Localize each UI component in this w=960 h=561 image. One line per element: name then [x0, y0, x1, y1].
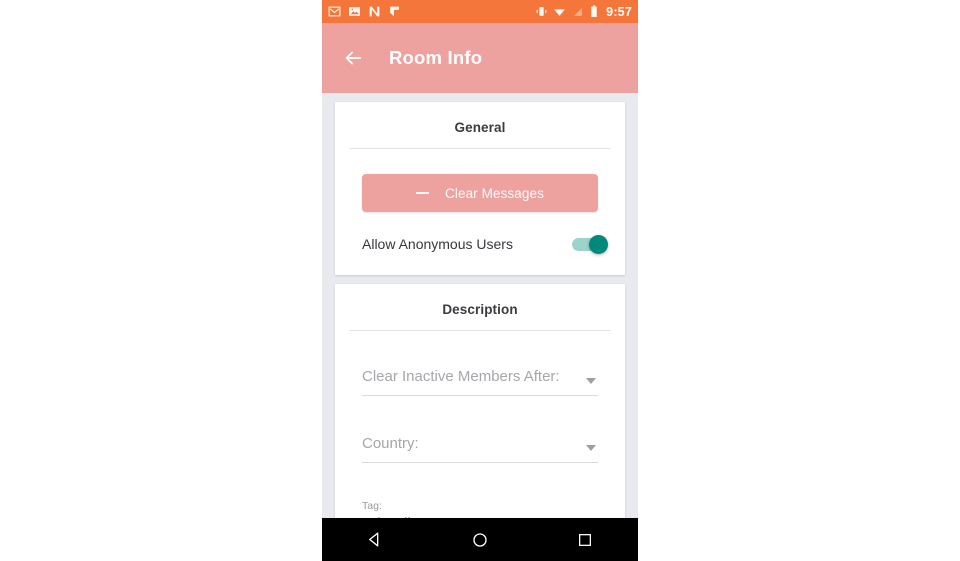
status-bar: 9:57 — [322, 0, 638, 23]
description-card-title: Description — [442, 302, 518, 317]
phone-screen: 9:57 Room Info General Clear Messages Al… — [322, 0, 638, 561]
app-bar: Room Info — [322, 23, 638, 93]
page-title: Room Info — [389, 47, 483, 68]
status-bar-clock: 9:57 — [606, 4, 632, 19]
allow-anonymous-users-toggle[interactable] — [572, 234, 608, 254]
signal-off-icon — [572, 6, 584, 17]
n-app-icon — [369, 6, 380, 17]
allow-anonymous-users-row[interactable]: Allow Anonymous Users — [335, 212, 625, 275]
chevron-down-icon — [586, 378, 596, 384]
battery-icon — [591, 5, 597, 17]
android-nav-bar — [322, 518, 638, 561]
allow-anonymous-users-label: Allow Anonymous Users — [362, 236, 513, 252]
description-fields: Clear Inactive Members After: Country: T… — [335, 331, 625, 538]
home-circle-icon — [473, 532, 487, 547]
vibrate-icon — [536, 7, 547, 16]
chevron-down-icon — [586, 445, 596, 451]
photos-icon — [349, 7, 360, 16]
tag-field-label: Tag: — [362, 500, 382, 512]
country-dropdown[interactable]: Country: — [362, 420, 598, 463]
clear-messages-button[interactable]: Clear Messages — [362, 174, 598, 212]
back-arrow-icon[interactable] — [340, 45, 366, 71]
back-triangle-icon — [369, 532, 379, 547]
clear-messages-button-wrap: Clear Messages — [335, 149, 625, 212]
toggle-thumb — [589, 234, 608, 254]
nav-recents-button[interactable] — [565, 518, 605, 561]
country-placeholder: Country: — [362, 435, 419, 452]
status-bar-left-icons — [328, 5, 401, 18]
screenshot-canvas: 9:57 Room Info General Clear Messages Al… — [0, 0, 960, 561]
clear-messages-label: Clear Messages — [445, 185, 544, 201]
play-icon — [390, 6, 399, 17]
nav-home-button[interactable] — [460, 518, 500, 561]
general-card-title: General — [454, 120, 506, 135]
description-card: Description Clear Inactive Members After… — [335, 284, 625, 538]
minus-icon — [416, 192, 430, 194]
settings-content: General Clear Messages Allow Anonymous U… — [322, 93, 638, 538]
status-bar-right-icons: 9:57 — [535, 5, 632, 19]
wifi-icon — [554, 9, 566, 16]
general-card: General Clear Messages Allow Anonymous U… — [335, 102, 625, 275]
gmail-icon — [328, 6, 341, 17]
clear-inactive-members-placeholder: Clear Inactive Members After: — [362, 368, 560, 385]
nav-back-button[interactable] — [355, 518, 395, 561]
clear-inactive-members-dropdown[interactable]: Clear Inactive Members After: — [362, 353, 598, 396]
recents-square-icon — [579, 533, 592, 546]
